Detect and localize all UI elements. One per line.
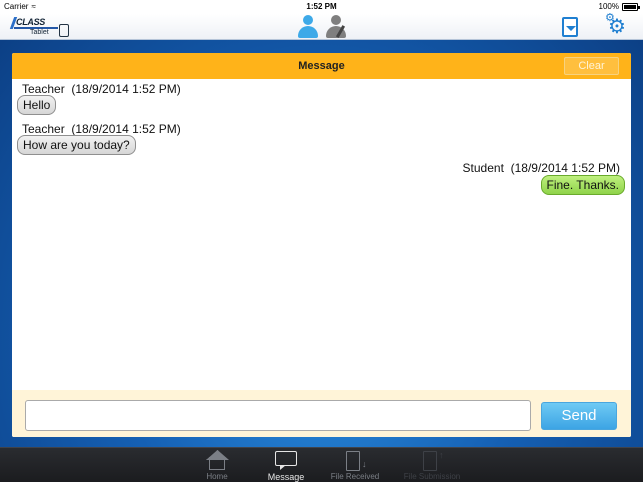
clear-button[interactable]: Clear xyxy=(564,57,619,75)
message-header: Teacher (18/9/2014 1:52 PM) xyxy=(22,122,181,136)
tab-file-received[interactable]: ↓ File Received xyxy=(320,450,390,482)
file-received-icon xyxy=(346,451,360,471)
status-time: 1:52 PM xyxy=(306,2,337,11)
message-input[interactable] xyxy=(25,400,531,431)
tab-home[interactable]: Home xyxy=(182,450,252,482)
student-user-icon[interactable] xyxy=(325,15,347,39)
panel-header: Message Clear xyxy=(12,53,631,79)
send-button[interactable]: Send xyxy=(541,402,617,430)
panel-title: Message xyxy=(298,60,345,72)
message-header: Teacher (18/9/2014 1:52 PM) xyxy=(22,82,181,96)
status-bar: Carrier ≈ 1:52 PM 100% xyxy=(0,0,643,14)
message-icon xyxy=(275,451,297,466)
app-logo: CLASS Tablet xyxy=(9,17,74,39)
settings-gear-icon[interactable]: ⚙ ⚙ xyxy=(605,12,629,40)
teacher-user-icon[interactable] xyxy=(297,15,319,39)
upload-arrow-icon: ↑ xyxy=(439,450,444,460)
message-panel: Message Clear Teacher (18/9/2014 1:52 PM… xyxy=(12,53,631,437)
tab-file-submission: ↑ File Submission xyxy=(397,450,467,482)
battery-icon xyxy=(622,3,640,11)
logo-subtitle: Tablet xyxy=(30,29,49,36)
inbox-icon[interactable] xyxy=(562,17,578,37)
student-message-bubble: Fine. Thanks. xyxy=(540,175,625,195)
tab-message[interactable]: Message xyxy=(251,450,321,482)
tablet-icon xyxy=(59,24,69,37)
tab-label: Home xyxy=(206,472,228,481)
tab-bar: Home Message ↓ File Received ↑ File Subm… xyxy=(0,447,643,482)
app-toolbar: CLASS Tablet ⚙ ⚙ xyxy=(0,12,643,40)
tab-label: File Submission xyxy=(403,472,461,481)
message-header: Student (18/9/2014 1:52 PM) xyxy=(462,161,620,175)
teacher-message-bubble: How are you today? xyxy=(17,135,136,155)
battery-percent: 100% xyxy=(598,2,619,11)
tab-label: File Received xyxy=(330,472,380,481)
tab-label: Message xyxy=(267,472,305,482)
download-arrow-icon: ↓ xyxy=(362,459,367,469)
logo-title: CLASS xyxy=(16,17,46,27)
composer-area: Send xyxy=(12,390,631,437)
teacher-message-bubble: Hello xyxy=(17,95,57,115)
file-submission-icon xyxy=(423,451,437,471)
home-icon-body xyxy=(209,457,225,470)
